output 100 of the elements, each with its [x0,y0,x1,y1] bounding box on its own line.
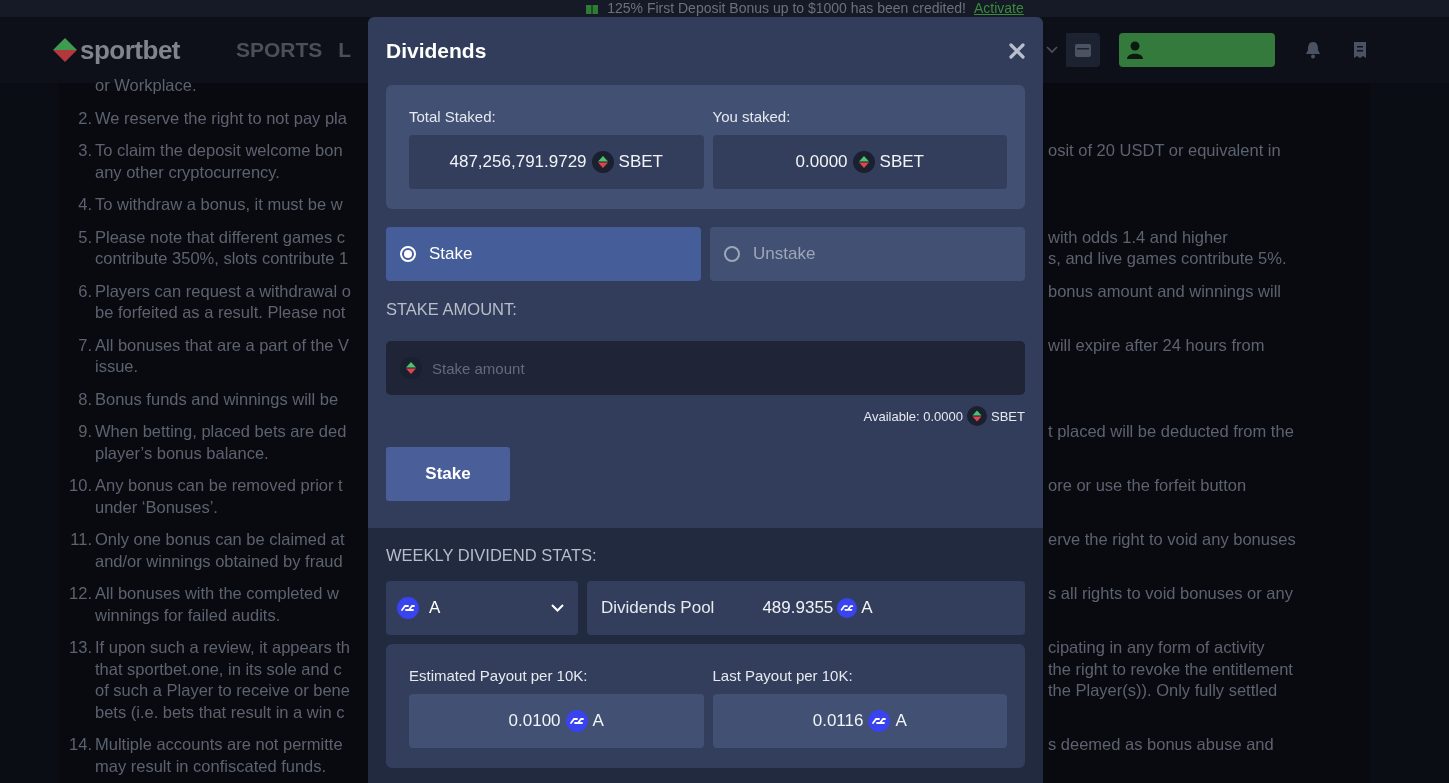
radio-icon [724,246,740,262]
terms-text: erve the right to void any bonuses [1048,529,1297,550]
terms-text: will expire after 24 hours from [1048,334,1266,356]
currency-code: SBET [618,152,663,172]
stat-label: Estimated Payout per 10K: [409,667,589,684]
close-icon[interactable] [1009,43,1025,59]
stake-button[interactable]: Stake [386,447,510,501]
terms-text: If upon such a review, it appears th [95,637,351,658]
stat-label: Total Staked: [409,108,497,125]
terms-text: All bonuses with the completed w [95,583,340,604]
terms-text: s deemed as bonus abuse and [1048,734,1275,755]
terms-text: with odds 1.4 and higher [1048,226,1229,248]
activate-link[interactable]: Activate [974,1,1024,15]
list-number: 12. [68,583,93,604]
list-number: 7. [77,334,93,356]
list-number: 6. [77,280,93,302]
currency-select[interactable]: A [386,581,578,635]
terms-text: ore or use the forfeit button [1048,475,1248,496]
list-number: 3. [77,140,93,161]
terms-text: Players can request a withdrawal o [95,280,352,302]
logo-text: sportbet [80,34,180,66]
coin-icon [852,151,875,173]
available-balance: Available: 0.0000 [863,408,964,424]
terms-text: Please note that different games c [95,226,347,248]
list-number: 9. [77,421,93,442]
gift-icon [585,2,600,14]
terms-text: and/or winnings obtained by fraud [95,550,344,572]
dialog-title: Dividends [386,39,487,63]
bonus-message: 125% First Deposit Bonus up to $1000 has been credited! [607,1,966,15]
coin-icon [400,357,422,379]
stat-value: 0.0100 [508,711,561,731]
list-number: 8. [77,388,93,410]
logo-icon [52,36,78,64]
stake-amount-field[interactable]: Stake amount [386,341,1025,395]
coin-icon [837,598,858,618]
bell-icon[interactable] [1305,41,1321,59]
list-number: 5. [77,226,93,248]
currency-code: A [592,711,604,731]
terms-text: bets (i.e. bets that result in a win c [95,701,346,723]
terms-text: the right to revoke the entitlement [1048,658,1294,680]
terms-text: Only one bonus can be claimed at [95,529,346,550]
pool-value: 489.9355 [762,598,834,618]
terms-text: Any bonus can be removed prior t [95,475,344,496]
terms-text: that sportbet.one, in its sole and c [95,658,343,680]
currency-code: A [895,711,907,731]
section-label: WEEKLY DIVIDEND STATS: [386,546,598,565]
terms-text: To claim the deposit welcome bon [95,140,344,161]
receipt-icon[interactable] [1353,41,1367,59]
terms-text: issue. [95,356,140,377]
terms-text: under ‘Bonuses’. [95,496,219,518]
terms-text: or Workplace. [95,75,198,96]
terms-text: s, and live games contribute 5%. [1048,248,1288,269]
nav-link[interactable]: SPORTS [236,38,323,62]
terms-text: Multiple accounts are not permitte [95,734,344,755]
terms-text: osit of 20 USDT or equivalent in [1048,140,1282,161]
terms-text: s all rights to void bonuses or any [1048,583,1294,604]
terms-text: may result in confiscated funds. [95,755,328,777]
terms-text: All bonuses that are a part of the V [95,334,351,356]
terms-text: bonus amount and winnings will [1048,280,1282,302]
terms-text: t placed will be deducted from the [1048,421,1295,442]
stat-value: 0.0000 [795,152,848,172]
currency-code: SBET [879,152,924,172]
list-number: 2. [77,107,93,129]
coin-icon [565,710,588,732]
account-button[interactable] [1119,33,1275,67]
terms-text: of such a Player to receive or bene [95,680,351,701]
terms-text: We reserve the right to not pay pla [95,107,348,129]
stat-value: 487,256,791.9729 [449,152,587,172]
terms-text: be forfeited as a result. Please not [95,302,347,323]
terms-text: contribute 350%, slots contribute 1 [95,248,350,269]
section-label: STAKE AMOUNT: [386,300,518,319]
coin-icon [967,406,988,426]
terms-text: player’s bonus balance. [95,442,270,464]
coin-icon [397,597,419,619]
wallet-button[interactable] [1066,33,1100,67]
mode-option[interactable]: Stake [386,227,701,281]
currency-code: A [861,598,873,618]
nav-link[interactable]: L [338,38,352,62]
stat-label: Last Payout per 10K: [712,667,854,684]
currency-code: SBET [991,408,1025,424]
pool-label: Dividends Pool [601,598,715,618]
radio-icon [400,246,416,262]
list-number: 10. [68,475,93,496]
chevron-icon[interactable] [1046,46,1058,54]
coin-icon [591,151,614,173]
stat-value: 0.0116 [812,711,864,731]
user-icon [1127,41,1143,59]
terms-text: any other cryptocurrency. [95,161,281,183]
list-number: 13. [68,637,93,658]
coin-icon [868,710,891,732]
terms-text: Bonus funds and winnings will be [95,388,340,410]
chevron-icon [551,604,564,612]
terms-text: To withdraw a bonus, it must be w [95,194,344,215]
list-number: 11. [69,529,93,550]
terms-text: cipating in any form of activity [1048,637,1266,658]
terms-text: the Player(s)). Only fully settled [1048,680,1279,701]
mode-option[interactable]: Unstake [710,227,1025,281]
list-number: 4. [77,194,93,215]
terms-text: When betting, placed bets are ded [95,421,348,442]
wallet-icon [1075,43,1091,57]
